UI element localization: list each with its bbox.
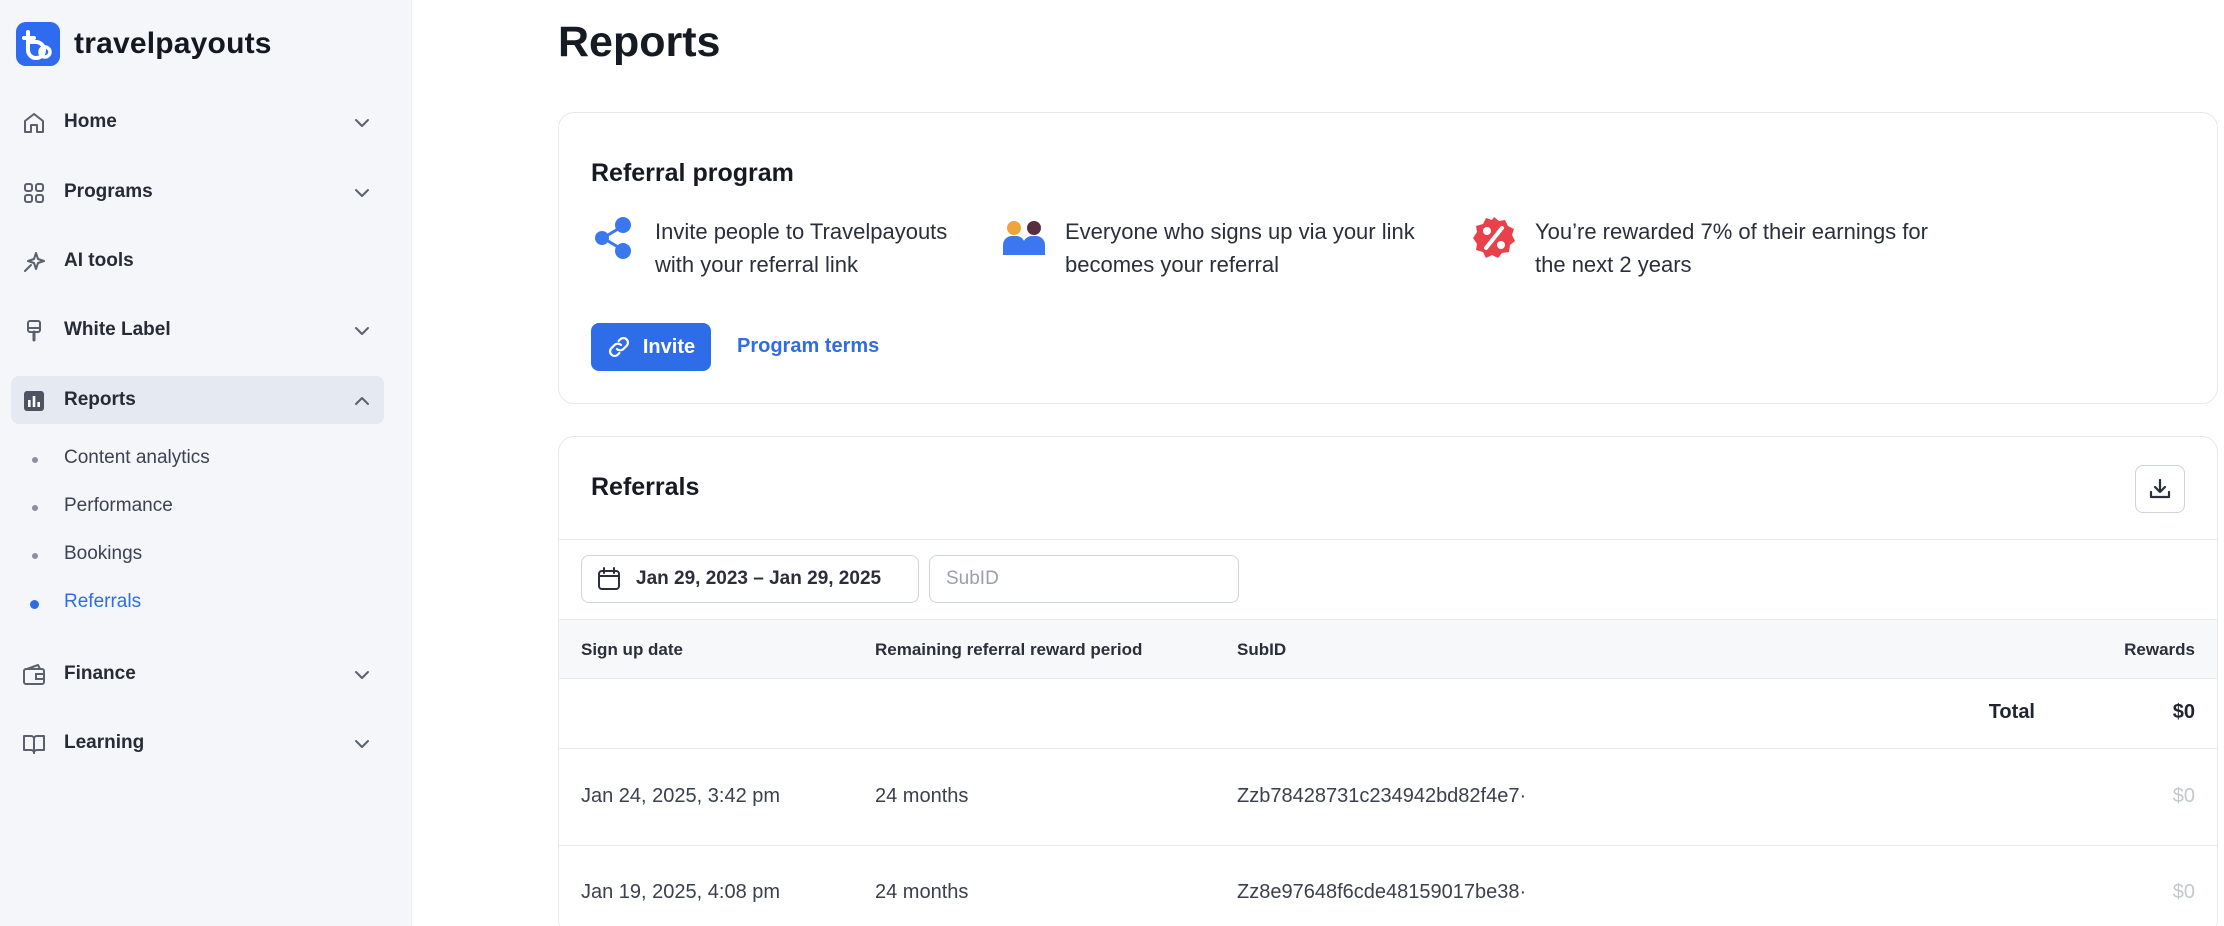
- chevron-down-icon: [355, 740, 369, 748]
- download-icon: [2149, 478, 2171, 499]
- wallet-icon: [23, 664, 45, 685]
- percent-badge-icon: [1473, 217, 1515, 258]
- remaining-period-cell: 24 months: [875, 785, 969, 807]
- date-range-picker[interactable]: Jan 29, 2023 – Jan 29, 2025: [581, 555, 919, 603]
- subid-filter-input[interactable]: [929, 555, 1239, 603]
- home-icon: [24, 113, 44, 133]
- referrals-title: Referrals: [591, 473, 700, 501]
- sparkle-icon: [24, 252, 45, 272]
- referral-program-title: Referral program: [591, 159, 794, 187]
- sidebar-item-finance[interactable]: Finance: [11, 650, 384, 698]
- feature-signup-text: Everyone who signs up via your link beco…: [1065, 219, 1415, 277]
- people-icon: [1003, 221, 1045, 255]
- sidebar-item-label: Programs: [64, 181, 153, 202]
- bullet-dot: [32, 505, 38, 511]
- brush-icon: [27, 320, 41, 342]
- table-row[interactable]: Jan 24, 2025, 3:42 pm 24 months Zzb78428…: [559, 750, 2217, 846]
- program-terms-link[interactable]: Program terms: [737, 335, 879, 358]
- column-header-rewards[interactable]: Rewards: [2124, 640, 2195, 660]
- chevron-down-icon: [355, 327, 369, 335]
- page-title: Reports: [558, 18, 721, 66]
- feature-reward: You’re rewarded 7% of their earnings for…: [1471, 215, 1935, 281]
- share-icon: [595, 217, 631, 259]
- feature-invite: Invite people to Travelpayouts with your…: [591, 215, 985, 281]
- referrals-card: Referrals Jan 29, 2023 – Jan 29, 2025 Si…: [558, 436, 2218, 926]
- column-header-subid[interactable]: SubID: [1237, 640, 1286, 660]
- active-bullet-dot: [30, 600, 39, 609]
- invite-button-label: Invite: [642, 335, 696, 358]
- reward-cell: $0: [2172, 785, 2195, 807]
- bullet-dot: [32, 553, 38, 559]
- invite-button[interactable]: Invite: [591, 323, 711, 371]
- sidebar: travelpayouts Home Programs AI tools Whi…: [0, 0, 412, 926]
- sign-up-date-cell: Jan 24, 2025, 3:42 pm: [581, 785, 781, 807]
- feature-invite-text: Invite people to Travelpayouts with your…: [655, 219, 948, 277]
- travelpayouts-logo-icon: [16, 22, 60, 66]
- total-label: Total: [1988, 701, 2035, 723]
- sidebar-item-ai-tools[interactable]: AI tools: [11, 237, 384, 285]
- brand-name: travelpayouts: [74, 27, 272, 60]
- sidebar-item-programs[interactable]: Programs: [11, 168, 384, 216]
- download-button[interactable]: [2135, 465, 2185, 513]
- chevron-down-icon: [355, 671, 369, 679]
- feature-reward-text: You’re rewarded 7% of their earnings for…: [1535, 219, 1928, 277]
- table-header: Sign up date Remaining referral reward p…: [559, 619, 2217, 679]
- sidebar-subitem-performance[interactable]: Performance: [64, 495, 173, 517]
- sidebar-item-reports[interactable]: Reports: [11, 376, 384, 424]
- sidebar-item-white-label[interactable]: White Label: [11, 306, 384, 354]
- sidebar-subitem-content-analytics[interactable]: Content analytics: [64, 447, 210, 469]
- sidebar-item-home[interactable]: Home: [11, 98, 384, 146]
- chevron-down-icon: [355, 189, 369, 197]
- subid-cell: Zzb78428731c234942bd82f4e7·: [1237, 785, 1527, 807]
- sidebar-subitem-bookings[interactable]: Bookings: [64, 543, 142, 565]
- table-row[interactable]: Jan 19, 2025, 4:08 pm 24 months Zz8e9764…: [559, 846, 2217, 926]
- sidebar-item-label: AI tools: [64, 250, 134, 271]
- referral-program-card: Referral program Invite people to Travel…: [558, 112, 2218, 404]
- calendar-icon: [598, 567, 620, 590]
- sidebar-item-label: White Label: [64, 319, 171, 340]
- book-icon: [23, 735, 45, 754]
- divider: [559, 539, 2217, 540]
- chevron-down-icon: [355, 119, 369, 127]
- sidebar-item-label: Home: [64, 111, 117, 132]
- sidebar-item-label: Finance: [64, 663, 136, 684]
- bullet-dot: [32, 457, 38, 463]
- remaining-period-cell: 24 months: [875, 881, 969, 903]
- subid-cell: Zz8e97648f6cde48159017be38·: [1237, 881, 1527, 903]
- date-range-value: Jan 29, 2023 – Jan 29, 2025: [636, 568, 882, 589]
- feature-signup: Everyone who signs up via your link beco…: [1001, 215, 1455, 281]
- grid-icon: [24, 183, 44, 203]
- column-header-remaining-period[interactable]: Remaining referral reward period: [875, 640, 1142, 660]
- sidebar-subitem-referrals[interactable]: Referrals: [64, 591, 141, 613]
- chevron-up-icon: [355, 397, 369, 405]
- bar-chart-icon: [24, 391, 44, 411]
- link-icon: [608, 336, 629, 358]
- sidebar-item-label: Learning: [64, 732, 145, 753]
- sidebar-item-label: Reports: [64, 389, 136, 410]
- sign-up-date-cell: Jan 19, 2025, 4:08 pm: [581, 881, 781, 903]
- column-header-sign-up-date[interactable]: Sign up date: [581, 640, 683, 660]
- brand-logo[interactable]: travelpayouts: [16, 22, 272, 66]
- sidebar-item-learning[interactable]: Learning: [11, 719, 384, 767]
- reward-cell: $0: [2172, 881, 2195, 903]
- total-row: Total $0: [559, 679, 2217, 749]
- total-value: $0: [2172, 701, 2195, 723]
